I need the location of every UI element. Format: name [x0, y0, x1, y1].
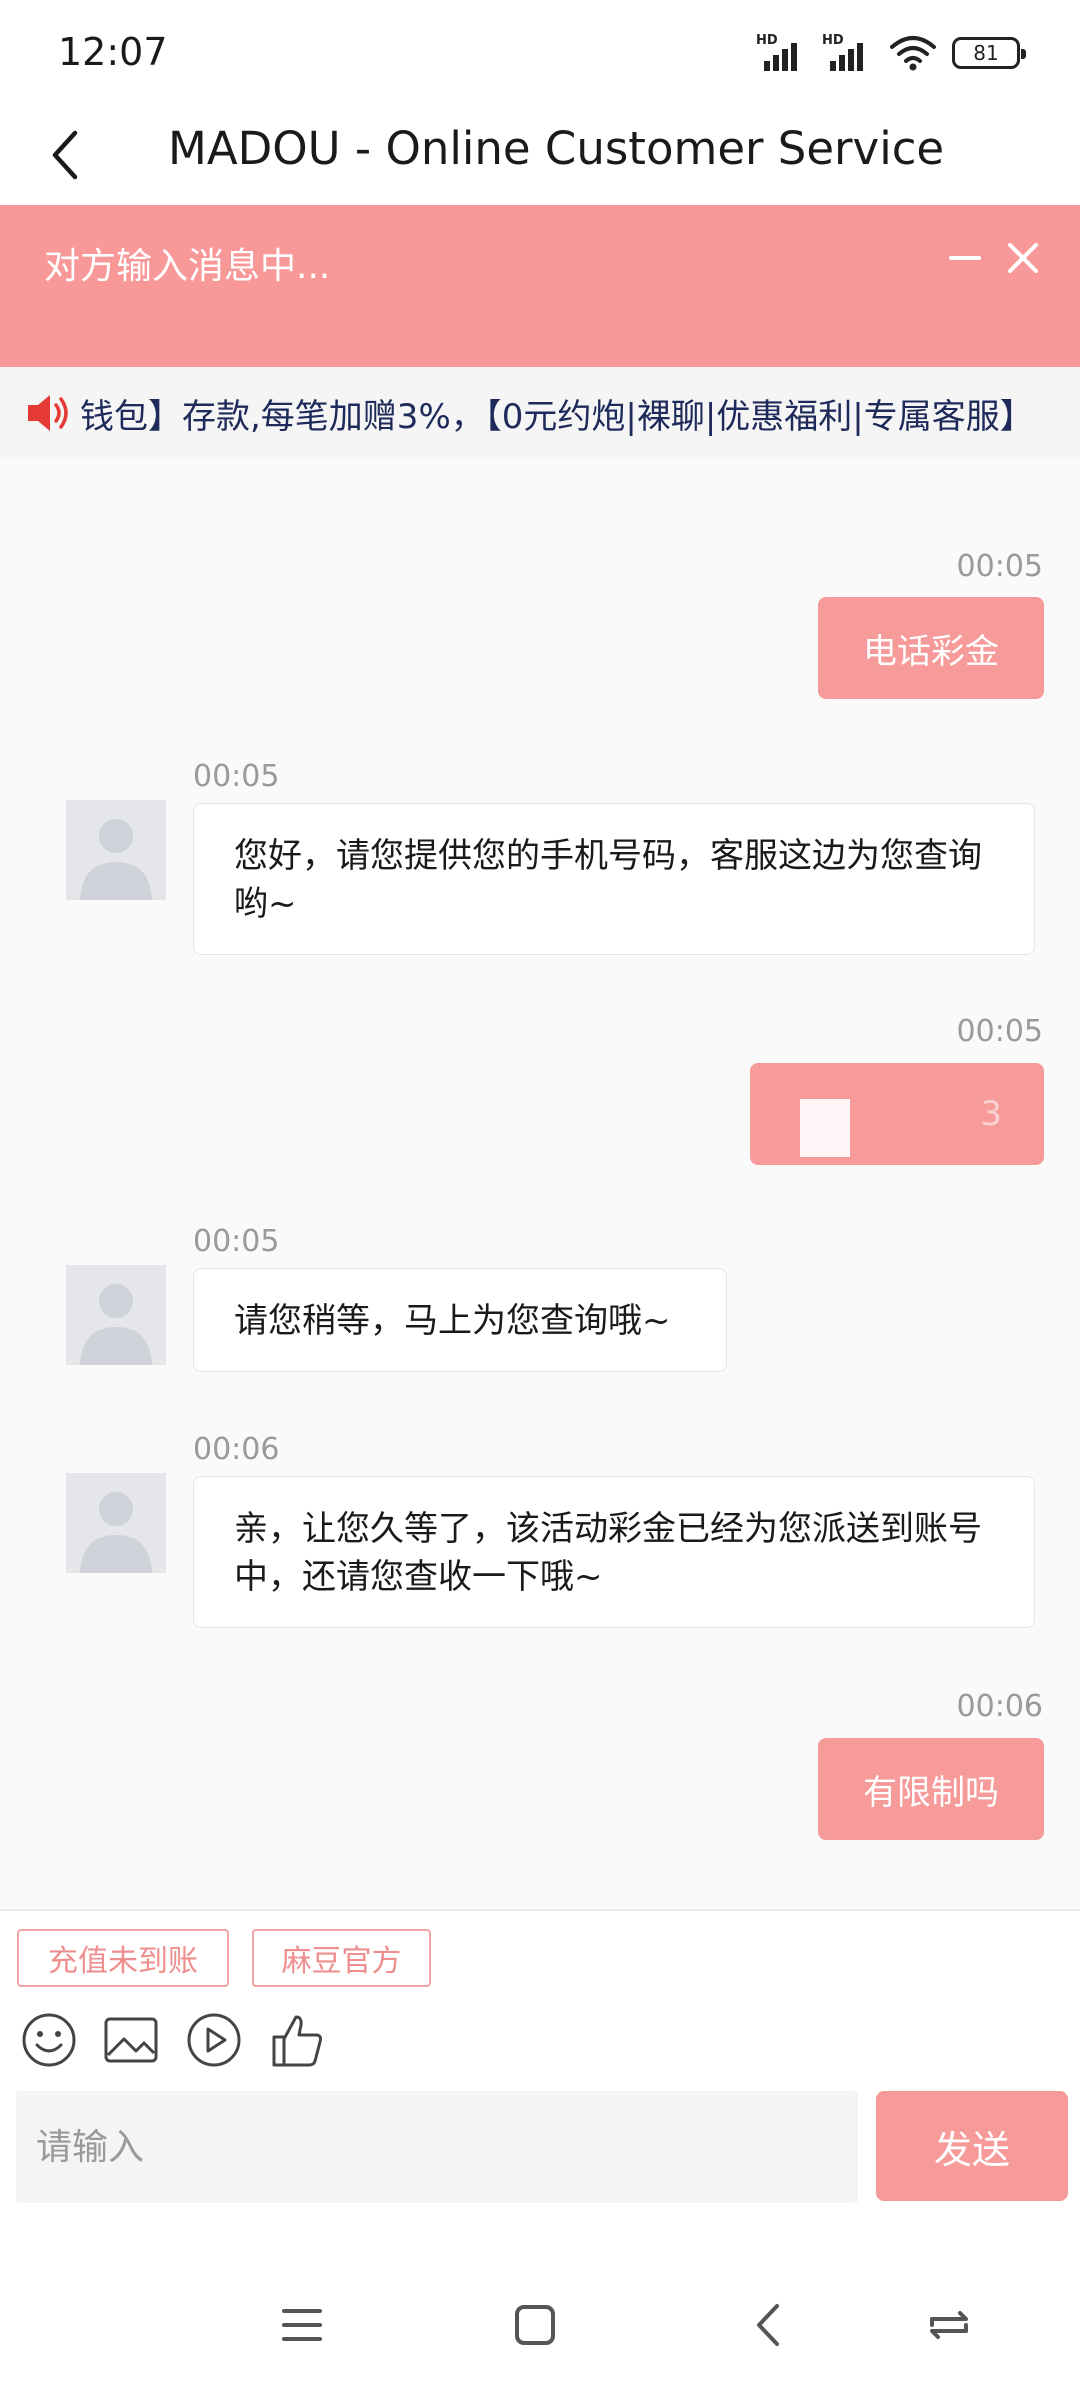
- image-icon[interactable]: [102, 2011, 160, 2069]
- quick-reply-button[interactable]: 麻豆官方: [252, 1929, 431, 1987]
- status-icons: HD HD 81: [756, 30, 1026, 76]
- message-time: 00:05: [193, 1224, 280, 1259]
- cellular-signal-icon-2: HD: [822, 33, 874, 73]
- close-button[interactable]: [1000, 235, 1046, 281]
- user-avatar-icon: [80, 819, 152, 900]
- nav-back-button[interactable]: [733, 2290, 803, 2360]
- redaction-block: [800, 1099, 850, 1157]
- chat-area[interactable]: 00:05 电话彩金 00:05 您好，请您提供您的手机号码，客服这边为您查询哟…: [0, 459, 1080, 1909]
- avatar: [66, 1473, 166, 1573]
- typing-indicator-text: 对方输入消息中...: [44, 246, 331, 287]
- message-time: 00:05: [956, 549, 1043, 584]
- message-bubble-incoming[interactable]: 您好，请您提供您的手机号码，客服这边为您查询哟~: [193, 803, 1035, 955]
- status-bar: 12:07 HD HD 81: [0, 0, 1080, 110]
- minus-icon: [949, 256, 981, 260]
- message-bubble-outgoing[interactable]: 有限制吗: [818, 1738, 1044, 1840]
- message-time: 00:05: [193, 759, 280, 794]
- message-bubble-incoming[interactable]: 请您稍等，马上为您查询哦~: [193, 1268, 727, 1372]
- message-bubble-incoming[interactable]: 亲，让您久等了，该活动彩金已经为您派送到账号中，还请您查收一下哦~: [193, 1476, 1035, 1628]
- message-bubble-outgoing-redacted[interactable]: 3: [750, 1063, 1044, 1165]
- speaker-icon: [28, 395, 68, 431]
- avatar: [66, 1265, 166, 1365]
- wifi-icon: [890, 36, 936, 71]
- redacted-text: 3: [980, 1094, 1002, 1134]
- home-square-icon: [515, 2305, 555, 2345]
- send-button[interactable]: 发送: [876, 2091, 1068, 2201]
- close-icon: [1008, 243, 1038, 273]
- cellular-signal-icon: HD: [756, 33, 808, 73]
- video-play-icon[interactable]: [185, 2011, 243, 2069]
- notice-marquee: 钱包】存款,每笔加赠3%，【0元约炮|裸聊|优惠福利|专属客服】: [0, 367, 1080, 459]
- composer: 充值未到账 麻豆官方 发送: [0, 1909, 1080, 2239]
- typing-indicator-banner: 对方输入消息中...: [0, 205, 1080, 367]
- user-avatar-icon: [80, 1492, 152, 1573]
- chevron-left-icon: [757, 2304, 779, 2346]
- recent-apps-button[interactable]: [914, 2290, 984, 2360]
- minimize-button[interactable]: [942, 235, 988, 281]
- user-avatar-icon: [80, 1284, 152, 1365]
- message-input[interactable]: [16, 2091, 858, 2203]
- message-time: 00:05: [956, 1014, 1043, 1049]
- message-bubble-outgoing[interactable]: 电话彩金: [818, 597, 1044, 699]
- menu-button[interactable]: [267, 2290, 337, 2360]
- page-title: MADOU - Online Customer Service: [168, 122, 945, 175]
- quick-reply-button[interactable]: 充值未到账: [17, 1929, 229, 1987]
- status-time: 12:07: [58, 30, 168, 74]
- chevron-left-icon: [52, 130, 78, 180]
- battery-icon: 81: [952, 37, 1026, 69]
- back-button[interactable]: [30, 120, 100, 190]
- thumbs-up-icon[interactable]: [268, 2011, 326, 2069]
- menu-icon: [282, 2309, 322, 2341]
- message-time: 00:06: [193, 1432, 280, 1467]
- switch-apps-icon: [930, 2311, 968, 2339]
- avatar: [66, 800, 166, 900]
- notice-text: 钱包】存款,每笔加赠3%，【0元约炮|裸聊|优惠福利|专属客服】: [80, 397, 1034, 437]
- home-button[interactable]: [500, 2290, 570, 2360]
- header: MADOU - Online Customer Service: [0, 110, 1080, 205]
- message-time: 00:06: [956, 1689, 1043, 1724]
- emoji-icon[interactable]: [20, 2011, 78, 2069]
- system-nav-bar: [0, 2240, 1080, 2400]
